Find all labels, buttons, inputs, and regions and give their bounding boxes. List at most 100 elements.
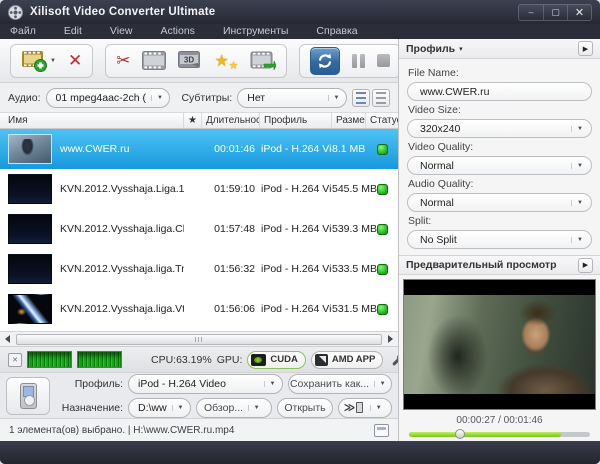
file-name-input[interactable]: [407, 82, 592, 101]
column-size[interactable]: Размер: [332, 113, 366, 128]
maximize-button[interactable]: ▢: [543, 5, 567, 20]
add-file-button[interactable]: ▼: [21, 50, 56, 72]
chevron-down-icon: ▼: [264, 381, 280, 387]
stars-icon: ★★: [214, 51, 238, 71]
chevron-down-icon: ▼: [571, 237, 588, 243]
table-row[interactable]: KVN.2012.Vysshaja.liga.Chetvertaja.... 0…: [0, 209, 398, 249]
column-duration[interactable]: Длительность: [202, 113, 260, 128]
gpu-label: GPU:: [217, 354, 243, 366]
profile-detach-button[interactable]: ▶: [578, 41, 593, 56]
playback-time: 00:00:27 / 00:01:46: [399, 415, 600, 426]
detail-view-button[interactable]: [372, 89, 390, 107]
toolbar-group-file: ▼ ✕: [10, 44, 93, 78]
toolbar-group-edit: ✂ 3D ★★: [105, 44, 287, 78]
arrow-left-icon: [5, 335, 10, 343]
profile-section-header[interactable]: Профиль ▾ ▶: [399, 39, 600, 59]
table-row[interactable]: KVN.2012.Vysshaja.liga.Tretija.igra.(...…: [0, 249, 398, 289]
chevron-down-icon: ▼: [374, 381, 390, 387]
video-preview[interactable]: [403, 279, 596, 410]
save-as-button[interactable]: Сохранить как... ▼: [288, 374, 392, 394]
preview-section-title: Предварительный просмотр: [406, 259, 557, 271]
view-toggles: [352, 89, 390, 107]
seek-bar[interactable]: [409, 432, 590, 437]
menu-item-help[interactable]: Справка: [316, 25, 371, 39]
toolbar-group-convert: [299, 44, 401, 78]
transfer-to-device-button[interactable]: ≫ ▼: [338, 398, 392, 418]
audio-label: Аудио:: [8, 92, 41, 104]
scrollbar-thumb[interactable]: [16, 334, 382, 345]
grip-icon: [195, 337, 203, 342]
list-view-button[interactable]: [352, 89, 370, 107]
menu-item-view[interactable]: View: [110, 25, 147, 39]
preview-section-header[interactable]: Предварительный просмотр ▶: [399, 255, 600, 275]
stop-button[interactable]: [377, 54, 390, 67]
audio-track-dropdown[interactable]: 01 mpeg4aac-2ch (English) ▼: [46, 88, 171, 108]
seek-fill: [409, 432, 561, 437]
split-dropdown[interactable]: No Split ▼: [407, 230, 592, 249]
3d-convert-button[interactable]: 3D: [178, 51, 202, 70]
video-size-dropdown[interactable]: 320x240 ▼: [407, 119, 592, 138]
scroll-right-button[interactable]: [384, 334, 397, 345]
profile-label: Профиль:: [57, 378, 123, 390]
seek-thumb[interactable]: [455, 429, 465, 439]
column-favorite[interactable]: ★: [184, 113, 202, 128]
menu-item-file[interactable]: Файл: [10, 25, 50, 39]
pause-button[interactable]: [352, 54, 365, 68]
subtitles-dropdown[interactable]: Нет ▼: [237, 88, 347, 108]
svg-text:3D: 3D: [184, 56, 194, 65]
stop-icon: [377, 54, 390, 67]
destination-dropdown[interactable]: D:\www.CWER.ru ▼: [128, 398, 191, 418]
browse-button[interactable]: Обзор... ▼: [196, 398, 272, 418]
status-ready-icon: [377, 224, 388, 235]
app-icon: [8, 5, 23, 20]
menu-item-tools[interactable]: Инструменты: [223, 25, 302, 39]
clip-button[interactable]: ✂: [116, 52, 130, 69]
edit-effects-button[interactable]: [142, 51, 166, 70]
scroll-left-button[interactable]: [1, 334, 14, 345]
chevron-down-icon: ▼: [248, 405, 264, 411]
column-status[interactable]: Статус: [366, 113, 398, 128]
table-row[interactable]: www.CWER.ru 00:01:46 iPod - H.264 Video …: [0, 129, 398, 169]
subtitles-label: Субтитры:: [181, 92, 232, 104]
video-frame: [404, 295, 595, 394]
minimize-button[interactable]: –: [519, 5, 543, 20]
menu-item-edit[interactable]: Edit: [64, 25, 96, 39]
video-quality-dropdown[interactable]: Normal ▼: [407, 156, 592, 175]
table-row[interactable]: KVN.2012.Vysshaja.Liga.1.4.Finala.1... 0…: [0, 169, 398, 209]
cuda-toggle-button[interactable]: CUDA: [247, 351, 305, 369]
split-label: Split:: [408, 215, 592, 227]
audio-quality-dropdown[interactable]: Normal ▼: [407, 193, 592, 212]
preview-detach-button[interactable]: ▶: [578, 258, 593, 273]
chevron-down-icon: ▼: [328, 95, 344, 101]
convert-button[interactable]: [310, 47, 340, 75]
chevron-down-icon: ▼: [571, 163, 588, 169]
profile-dropdown[interactable]: iPod - H.264 Video ▼: [128, 374, 283, 394]
close-button[interactable]: ✕: [567, 5, 591, 20]
status-ready-icon: [377, 264, 388, 275]
chevron-down-icon[interactable]: ▼: [50, 58, 56, 64]
amd-app-toggle-button[interactable]: AMD APP: [311, 351, 383, 369]
convert-arrows-icon: [316, 52, 334, 70]
stream-selectors: Аудио: 01 mpeg4aac-2ch (English) ▼ Субти…: [0, 83, 398, 112]
menu-item-actions[interactable]: Actions: [161, 25, 209, 39]
app-window: Xilisoft Video Converter Ultimate – ▢ ✕ …: [0, 0, 600, 464]
status-bar: 1 элемента(ов) выбрано. | H:\www.CWER.ru…: [0, 418, 398, 441]
delete-button[interactable]: ✕: [68, 52, 82, 69]
open-folder-button[interactable]: Открыть: [277, 398, 333, 418]
column-profile[interactable]: Профиль: [260, 113, 332, 128]
device-icon: [356, 402, 363, 413]
merge-button[interactable]: [250, 51, 276, 71]
video-thumbnail: [8, 254, 52, 284]
chevron-right-icon: ▶: [583, 45, 588, 53]
cpu-meter: [27, 351, 72, 368]
detail-view-icon: [376, 92, 386, 104]
log-panel-icon[interactable]: [374, 424, 389, 437]
target-device-button[interactable]: [6, 377, 50, 415]
effects-button[interactable]: ★★: [214, 51, 238, 71]
table-row[interactable]: KVN.2012.Vysshaja.liga.Vtoraja.igra... 0…: [0, 289, 398, 329]
title-bar[interactable]: Xilisoft Video Converter Ultimate – ▢ ✕: [0, 0, 600, 24]
hide-meter-button[interactable]: ✕: [8, 353, 22, 367]
chevron-down-icon: ▼: [370, 405, 386, 411]
column-name[interactable]: Имя: [0, 113, 184, 128]
horizontal-scrollbar[interactable]: [0, 331, 398, 346]
